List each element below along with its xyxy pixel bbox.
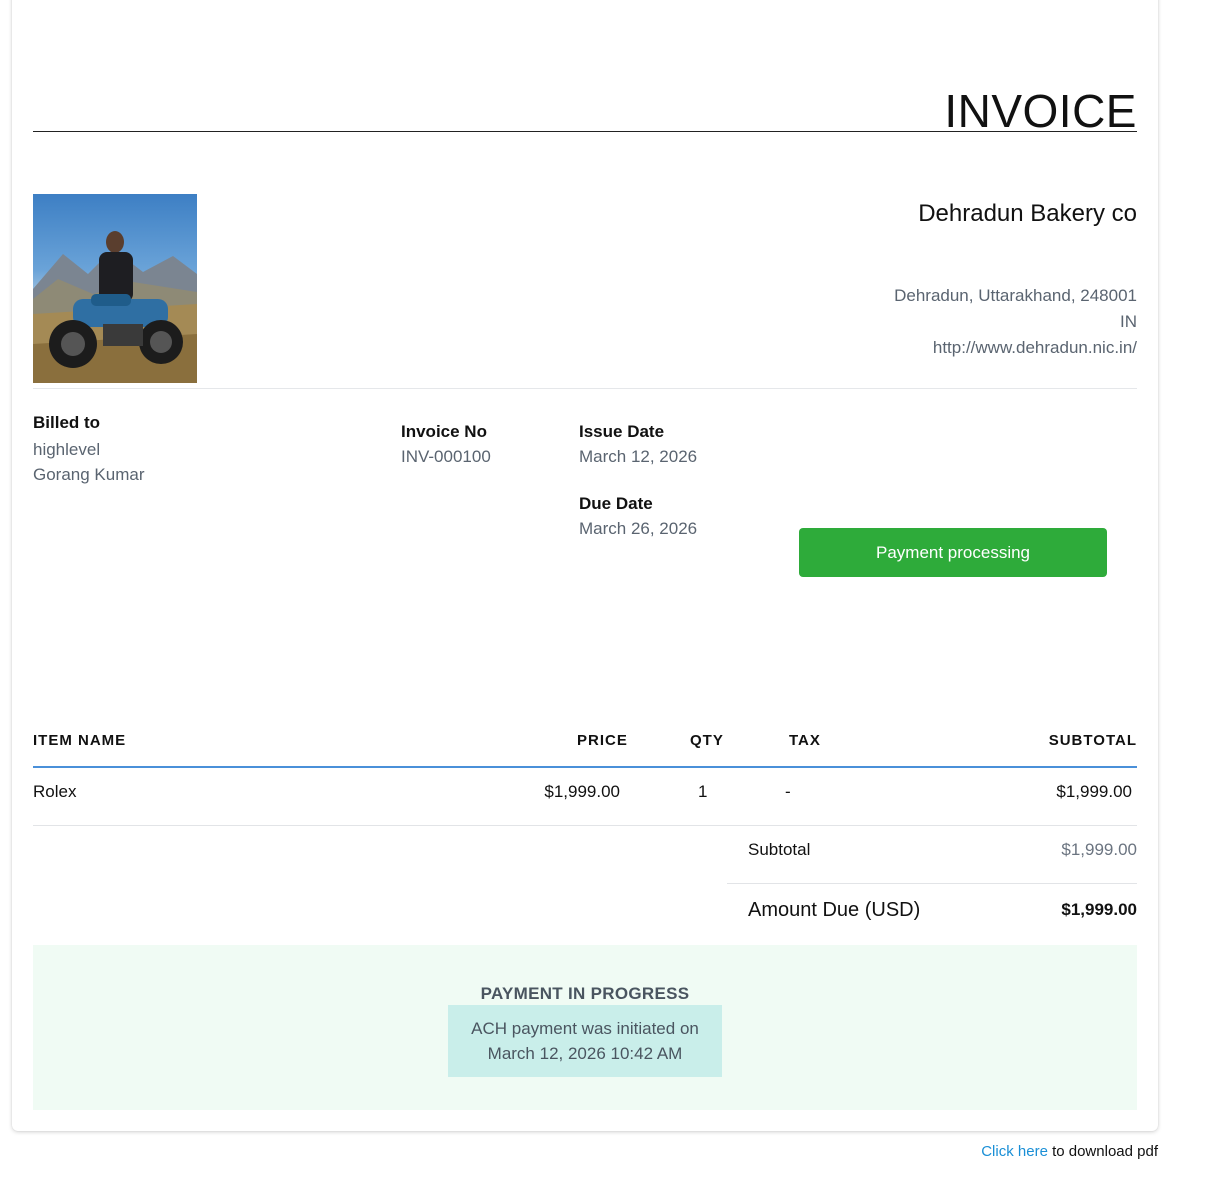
payment-processing-button[interactable]: Payment processing [799,528,1107,577]
billed-to-block: Billed to highlevel Gorang Kumar [33,413,145,487]
download-footer-text: to download pdf [1047,1143,1158,1160]
cell-qty: 1 [698,782,708,801]
subtotal-label: Subtotal [748,840,811,859]
invoice-title: INVOICE [944,85,1137,137]
address-country: IN [1120,312,1137,331]
invoice-number: INV-000100 [401,447,491,466]
customer-org: highlevel [33,440,101,459]
col-header-price: PRICE [577,732,628,749]
banner-title: PAYMENT IN PROGRESS [480,984,690,1003]
header-divider [33,388,1137,389]
billed-to-label: Billed to [33,413,101,432]
invoice-number-label: Invoice No [401,422,487,441]
amount-due-label: Amount Due (USD) [748,899,921,921]
col-header-qty: QTY [690,732,724,749]
row-divider [33,825,1137,826]
payment-status-banner: PAYMENT IN PROGRESS ACH payment was init… [33,945,1137,1110]
invoice-number-block: Invoice No INV-000100 [401,422,491,469]
subtotal-value: $1,999.00 [1061,840,1137,859]
banner-message-line2: March 12, 2026 10:42 AM [487,1044,683,1063]
cell-item: Rolex [33,782,77,801]
download-pdf-link[interactable]: Click here [981,1143,1048,1160]
banner-message: ACH payment was initiated on March 12, 2… [448,1005,722,1077]
cell-tax: - [785,782,791,801]
company-website: http://www.dehradun.nic.in/ [932,338,1137,357]
table-header-divider [33,766,1137,768]
invoice-card: INVOICE Dehradun Bakery co Dehradun, Utt… [12,0,1158,1131]
customer-name: Gorang Kumar [33,465,145,484]
due-date-block: Due Date March 26, 2026 [579,494,697,541]
col-header-tax: TAX [789,732,821,749]
company-address: Dehradun, Uttarakhand, 248001 IN http://… [737,283,1137,361]
company-logo [33,194,197,383]
issue-date-block: Issue Date March 12, 2026 [579,422,697,469]
title-divider [33,131,1137,132]
col-header-item: ITEM NAME [33,732,127,749]
issue-date: March 12, 2026 [579,447,698,466]
due-date-label: Due Date [579,494,653,513]
cell-subtotal: $1,999.00 [1056,782,1132,801]
issue-date-label: Issue Date [579,422,665,441]
due-date: March 26, 2026 [579,519,698,538]
address-line: Dehradun, Uttarakhand, 248001 [894,286,1137,305]
cell-price: $1,999.00 [544,782,620,801]
col-header-subtotal: SUBTOTAL [1048,732,1137,749]
totals-divider [727,883,1137,884]
banner-message-line1: ACH payment was initiated on [471,1019,699,1038]
company-name: Dehradun Bakery co [918,200,1137,227]
amount-due-value: $1,999.00 [1061,900,1137,919]
download-footer: Click here to download pdf [981,1143,1158,1160]
